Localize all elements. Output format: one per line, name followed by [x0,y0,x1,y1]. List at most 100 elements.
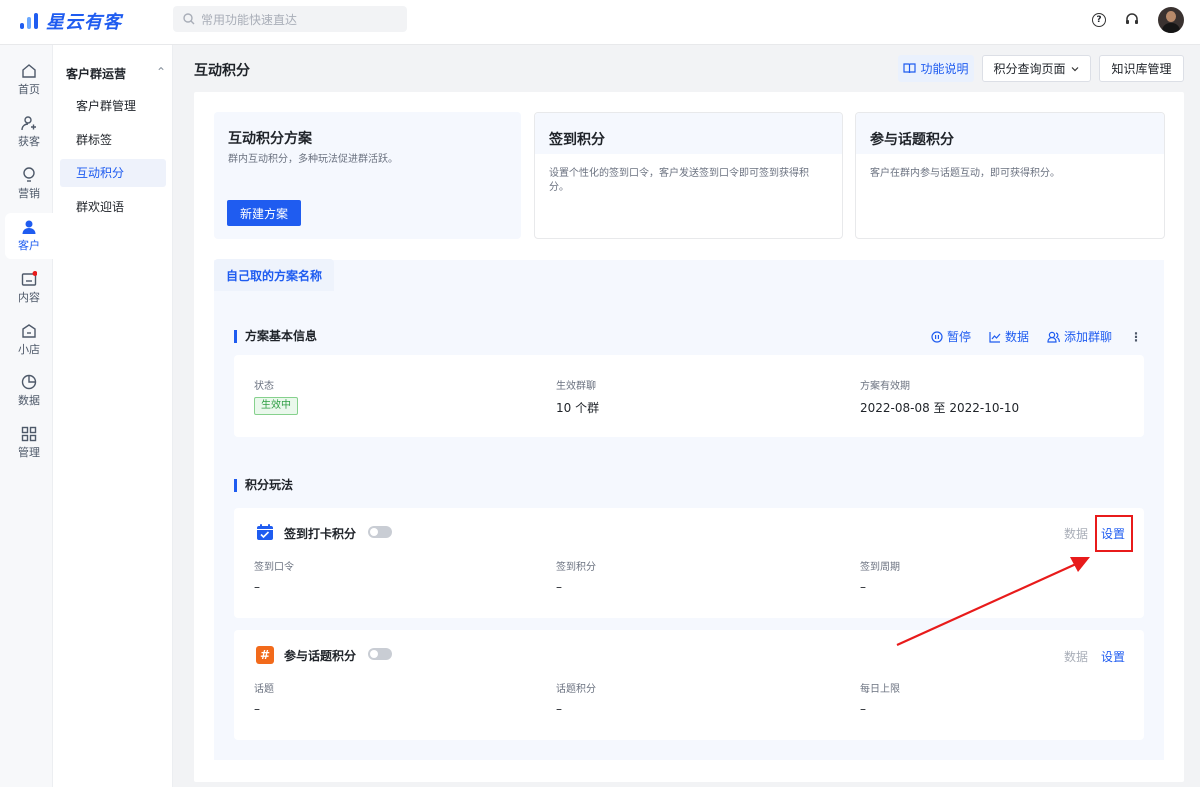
sub-nav: 客户群运营 ⌃ 客户群管理 群标签 互动积分 群欢迎语 [53,45,173,787]
user-group-icon [1047,331,1060,343]
points-query-label: 积分查询页面 [993,62,1066,76]
help-button[interactable]: 功能说明 [898,55,974,82]
kb-manage-label: 知识库管理 [1111,62,1172,76]
nav-acquire[interactable]: 获客 [5,109,53,155]
user-add-icon [21,116,36,131]
card-plan-desc: 群内互动积分，多种玩法促进群活跃。 [228,154,398,165]
avatar[interactable] [1158,7,1184,33]
topic-toggle[interactable] [368,648,392,660]
topic-field1-value: – [254,702,260,716]
tab-plan[interactable]: 自己取的方案名称 [214,259,334,291]
period-value: 2022-08-08 至 2022-10-10 [860,401,1020,415]
grid-icon [21,426,37,442]
sub-nav-group[interactable]: 客户群运营 ⌃ [66,65,166,82]
help-icon[interactable]: ? [1092,13,1106,27]
book-icon [903,63,917,74]
data-button[interactable]: 数据 [989,328,1029,345]
brand-name: 星云有客 [46,12,122,33]
help-button-label: 功能说明 [920,62,969,76]
checkin-toggle[interactable] [368,526,392,538]
nav-home-label: 首页 [18,83,40,96]
highlight-box [1095,515,1133,552]
plays-title: 积分玩法 [234,479,293,492]
sub-nav-item-group-manage[interactable]: 客户群管理 [60,92,166,120]
main-panel: 互动积分方案 群内互动积分，多种玩法促进群活跃。 新建方案 签到积分 设置个性化… [194,92,1184,782]
search-placeholder: 常用功能快速直达 [201,12,298,27]
basic-info-title: 方案基本信息 [234,330,317,343]
pause-button[interactable]: 暂停 [931,328,971,345]
topic-setting-link[interactable]: 设置 [1101,648,1125,665]
nav-data[interactable]: 数据 [5,368,53,414]
card-checkin-desc: 设置个性化的签到口令，客户发送签到口令即可签到获得积分。 [549,168,809,193]
nav-acquire-label: 获客 [18,135,40,148]
home-icon [22,64,36,78]
basic-info-panel: 状态 生效中 生效群聊 10 个群 方案有效期 2022-08-08 至 202… [234,355,1144,437]
checkin-field1-label: 签到口令 [254,562,294,573]
search-input[interactable]: 常用功能快速直达 [173,6,407,32]
nav-shop-label: 小店 [18,343,40,356]
calendar-check-icon [257,524,273,540]
points-query-dropdown[interactable]: 积分查询页面 [982,55,1091,82]
card-topic-desc: 客户在群内参与话题互动，即可获得积分。 [870,168,1060,179]
checkin-play-panel: 签到打卡积分 数据 设置 签到口令 – 签到积分 – 签到周期 – [234,508,1144,618]
status-badge: 生效中 [254,397,298,415]
topic-field3-label: 每日上限 [860,684,900,695]
logo[interactable]: 星云有客 [18,8,122,34]
pie-icon [21,374,37,390]
more-icon[interactable]: ⋮ [1130,330,1142,344]
card-plan: 互动积分方案 群内互动积分，多种玩法促进群活跃。 新建方案 [214,112,521,239]
nav-customer-label: 客户 [18,239,40,252]
nav-content[interactable]: 内容 [5,265,53,311]
user-icon [22,220,36,234]
period-label: 方案有效期 [860,381,910,392]
topic-field1-label: 话题 [254,684,274,695]
card-topic-title: 参与话题积分 [856,113,1164,154]
nav-customer[interactable]: 客户 [5,213,53,259]
plan-tab-panel: 自己取的方案名称 方案基本信息 暂停 数据 添加群聊 ⋮ 状态 生效中 生效群聊… [214,259,1164,760]
sub-nav-item-group-tags[interactable]: 群标签 [60,126,166,154]
kb-manage-button[interactable]: 知识库管理 [1099,55,1184,82]
checkin-field2-label: 签到积分 [556,562,596,573]
nav-marketing-label: 营销 [18,187,40,200]
nav-shop[interactable]: 小店 [5,317,53,363]
headset-icon[interactable] [1124,12,1140,28]
plan-actions: 暂停 数据 添加群聊 ⋮ [931,328,1142,345]
groups-value: 10 个群 [556,401,600,415]
topic-play-panel: # 参与话题积分 数据 设置 话题 – 话题积分 – 每日上限 – [234,630,1144,740]
nav-marketing[interactable]: 营销 [5,161,53,207]
bulb-icon [23,167,35,182]
shop-icon [22,324,36,338]
checkin-data-link[interactable]: 数据 [1064,525,1088,542]
hashtag-icon: # [256,646,274,664]
checkin-field3-value: – [860,580,866,594]
search-icon [183,13,195,25]
pause-icon [931,330,943,343]
topic-field2-label: 话题积分 [556,684,596,695]
checkin-field1-value: – [254,580,260,594]
left-nav: 首页 获客 营销 客户 内容 小店 数据 管理 [0,45,53,787]
nav-home[interactable]: 首页 [5,57,53,103]
topic-data-link[interactable]: 数据 [1064,648,1088,665]
new-plan-button[interactable]: 新建方案 [227,200,301,226]
card-topic[interactable]: 参与话题积分 客户在群内参与话题互动，即可获得积分。 [855,112,1165,239]
sub-nav-item-welcome[interactable]: 群欢迎语 [60,193,166,221]
add-group-button[interactable]: 添加群聊 [1047,328,1112,345]
card-plan-title: 互动积分方案 [214,112,521,153]
nav-manage-label: 管理 [18,446,40,459]
card-checkin[interactable]: 签到积分 设置个性化的签到口令，客户发送签到口令即可签到获得积分。 [534,112,843,239]
groups-label: 生效群聊 [556,381,596,392]
card-checkin-title: 签到积分 [535,113,842,154]
checkin-field2-value: – [556,580,562,594]
add-group-label: 添加群聊 [1063,330,1112,344]
folder-icon [21,271,37,286]
topic-field2-value: – [556,702,562,716]
nav-manage[interactable]: 管理 [5,420,53,466]
sub-nav-group-label: 客户群运营 [66,67,127,81]
page-title: 互动积分 [194,63,250,79]
sub-nav-item-points[interactable]: 互动积分 [60,159,166,187]
top-bar: 星云有客 常用功能快速直达 ? [0,0,1200,45]
topic-field3-value: – [860,702,866,716]
checkin-title: 签到打卡积分 [284,527,357,541]
topic-title: 参与话题积分 [284,649,357,663]
checkin-field3-label: 签到周期 [860,562,900,573]
